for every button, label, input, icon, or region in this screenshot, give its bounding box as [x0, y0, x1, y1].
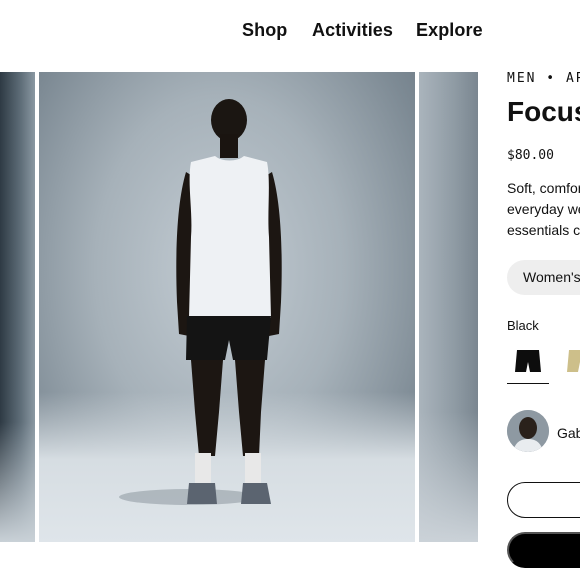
top-nav: Shop Activities Explore [0, 0, 580, 64]
model-photo [119, 99, 282, 505]
description-line: Soft, comfor [507, 180, 580, 196]
reviewer-name: Gab [557, 425, 580, 441]
description-line: everyday we [507, 201, 580, 217]
description-line: essentials cl [507, 222, 580, 238]
product-title: Focus [507, 96, 580, 127]
model-left-leg [191, 360, 223, 456]
slide-floor [0, 422, 35, 542]
model-left-sock [195, 453, 211, 485]
product-category: MEN • AP [507, 71, 580, 86]
nav-activities-link[interactable]: Activities [312, 20, 393, 41]
model-right-sock [245, 453, 261, 485]
product-description: Soft, comfor everyday we essentials cl [507, 178, 580, 241]
shorts-black-thumbnail [515, 350, 541, 372]
model-tank-top [189, 156, 271, 318]
product-price: $80.00 [507, 148, 554, 163]
product-gallery[interactable] [0, 72, 478, 542]
shorts-tan-thumbnail [567, 350, 580, 372]
gallery-slide-main[interactable] [39, 72, 415, 542]
nav-explore-link[interactable]: Explore [416, 20, 483, 41]
reviewer-avatar[interactable] [507, 410, 549, 452]
reviewer-portrait [507, 410, 549, 452]
model-shorts [186, 316, 271, 360]
selected-color-label: Black [507, 318, 539, 333]
model-left-shoe [187, 483, 217, 504]
gender-toggle-womens[interactable]: Women's [507, 260, 580, 295]
model-neck [220, 134, 238, 158]
model-right-shoe [241, 483, 271, 504]
nav-shop-link[interactable]: Shop [242, 20, 287, 41]
secondary-action-button[interactable] [507, 482, 580, 518]
slide-floor [419, 412, 478, 542]
product-info-panel: MEN • AP Focus $80.00 Soft, comfor every… [507, 64, 580, 580]
add-to-bag-button[interactable] [507, 532, 580, 568]
gallery-slide-next[interactable] [419, 72, 478, 542]
color-swatch-tan[interactable] [559, 344, 580, 384]
model-right-leg [235, 360, 265, 456]
gallery-slide-previous[interactable] [0, 72, 35, 542]
color-swatch-black[interactable] [507, 344, 549, 384]
